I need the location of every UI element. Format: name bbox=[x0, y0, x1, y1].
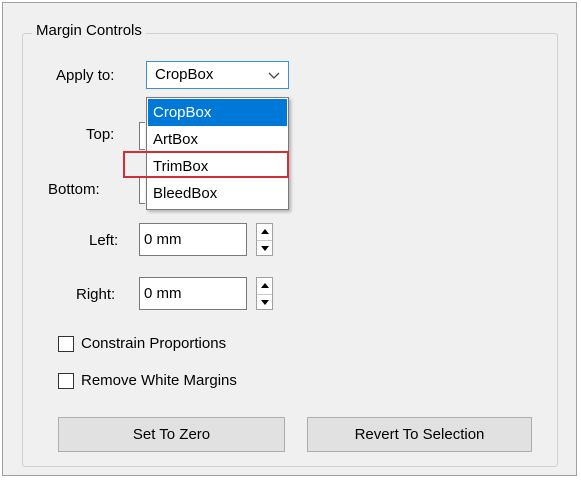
dropdown-option-artbox[interactable]: ArtBox bbox=[148, 126, 287, 153]
group-title: Margin Controls bbox=[32, 21, 146, 41]
constrain-proportions-checkbox[interactable] bbox=[58, 336, 74, 352]
remove-white-margins-checkbox[interactable] bbox=[58, 373, 74, 389]
left-input[interactable]: 0 mm bbox=[139, 223, 247, 256]
apply-to-selected-value: CropBox bbox=[155, 66, 214, 83]
chevron-down-icon bbox=[268, 66, 280, 84]
set-to-zero-button[interactable]: Set To Zero bbox=[58, 417, 285, 452]
right-value: 0 mm bbox=[144, 285, 182, 302]
triangle-down-icon[interactable] bbox=[257, 294, 272, 310]
constrain-proportions-label[interactable]: Constrain Proportions bbox=[81, 334, 226, 354]
triangle-up-icon[interactable] bbox=[257, 278, 272, 293]
right-label: Right: bbox=[76, 286, 116, 303]
left-value: 0 mm bbox=[144, 231, 182, 248]
dropdown-option-cropbox[interactable]: CropBox bbox=[148, 99, 287, 126]
bottom-label: Bottom: bbox=[48, 181, 100, 198]
remove-white-margins-label[interactable]: Remove White Margins bbox=[81, 371, 237, 391]
triangle-down-icon[interactable] bbox=[257, 240, 272, 256]
left-label: Left: bbox=[89, 232, 119, 249]
revert-to-selection-button[interactable]: Revert To Selection bbox=[307, 417, 532, 452]
top-field[interactable] bbox=[139, 122, 145, 150]
dropdown-option-bleedbox[interactable]: BleedBox bbox=[148, 180, 287, 207]
apply-to-label: Apply to: bbox=[56, 67, 115, 84]
trimbox-highlight-outline bbox=[123, 151, 289, 178]
left-spinner[interactable] bbox=[256, 223, 273, 256]
right-input[interactable]: 0 mm bbox=[139, 277, 247, 310]
top-label: Top: bbox=[86, 126, 115, 143]
bottom-field[interactable] bbox=[139, 176, 145, 204]
triangle-up-icon[interactable] bbox=[257, 224, 272, 239]
apply-to-combobox[interactable]: CropBox bbox=[146, 61, 289, 89]
right-spinner[interactable] bbox=[256, 277, 273, 310]
